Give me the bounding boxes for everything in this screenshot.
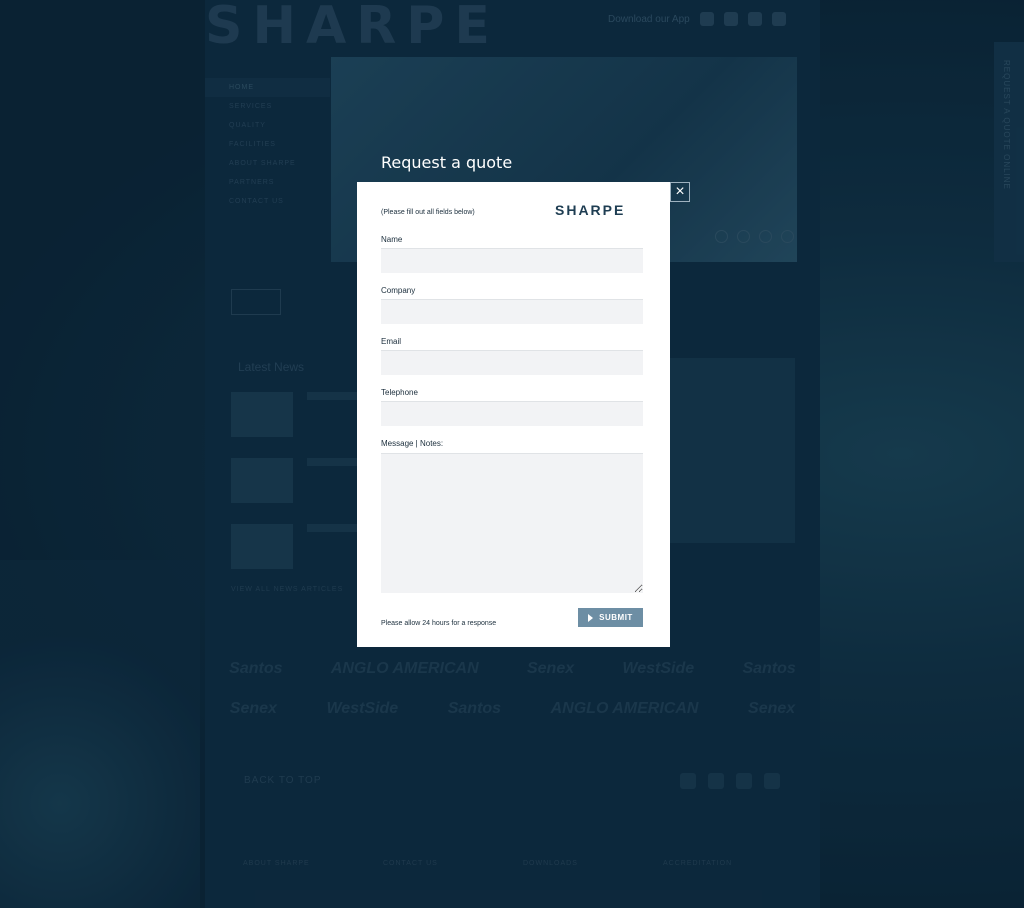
telephone-field[interactable] (381, 401, 643, 426)
company-field[interactable] (381, 299, 643, 324)
close-icon[interactable]: × (670, 182, 690, 202)
message-label: Message | Notes: (381, 439, 444, 448)
name-field[interactable] (381, 248, 643, 273)
name-label: Name (381, 235, 403, 244)
response-note: Please allow 24 hours for a response (381, 620, 497, 627)
form-hint: (Please fill out all fields below) (381, 209, 475, 216)
company-label: Company (381, 286, 416, 295)
email-label: Email (381, 337, 402, 346)
submit-button[interactable]: SUBMIT (578, 608, 643, 627)
email-field[interactable] (381, 350, 643, 375)
submit-label: SUBMIT (599, 613, 633, 622)
telephone-label: Telephone (381, 388, 418, 397)
quote-modal: (Please fill out all fields below) SHARP… (357, 182, 670, 647)
play-icon (588, 613, 594, 622)
modal-logo: SHARPE (555, 202, 626, 218)
modal-title: Request a quote (381, 153, 513, 172)
message-field[interactable] (381, 453, 643, 593)
